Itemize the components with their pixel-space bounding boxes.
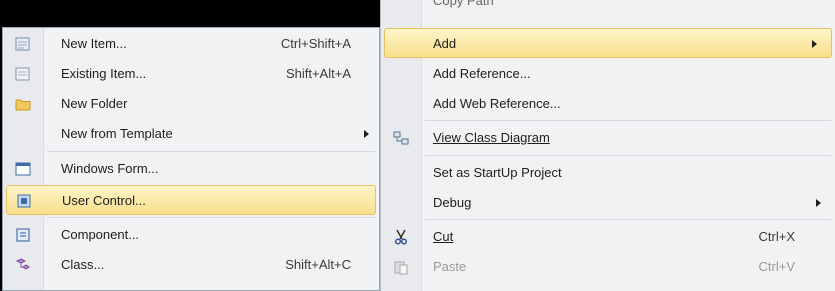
menu-item-shortcut: Ctrl+V: [758, 259, 795, 274]
menu-item-label: Windows Form...: [61, 161, 159, 176]
menu-item-existing-item[interactable]: Existing Item... Shift+Alt+A: [3, 59, 379, 89]
folder-icon: [15, 96, 31, 112]
submenu-arrow-icon: [816, 199, 821, 207]
menu-separator: [47, 151, 375, 152]
menu-item-label: New Item...: [61, 36, 127, 51]
menu-item-label: Component...: [61, 227, 140, 242]
menu-item-view-class-diagram[interactable]: View Class Diagram: [381, 123, 835, 153]
menu-item-label: Add Reference...: [433, 66, 531, 81]
menu-item-debug[interactable]: Debug: [381, 188, 835, 218]
menu-item-label: Debug: [433, 195, 472, 210]
new-item-icon: [15, 36, 31, 52]
context-menu: Copy Path Add Add Reference... Add Web R…: [380, 0, 835, 291]
class-diagram-icon: [393, 130, 409, 146]
menu-item-label: View Class Diagram: [433, 130, 550, 145]
submenu-arrow-icon: [812, 40, 817, 48]
menu-item-label: Set as StartUp Project: [433, 165, 562, 180]
menu-item-label: Existing Item...: [61, 66, 147, 81]
menu-item-label: User Control...: [62, 193, 146, 208]
scissors-icon: [393, 229, 409, 245]
menu-item-label: Class...: [61, 257, 105, 272]
menu-item-add-reference[interactable]: Add Reference...: [381, 59, 835, 89]
menu-item-class[interactable]: Class... Shift+Alt+C: [3, 250, 379, 280]
menu-item-new-item[interactable]: New Item... Ctrl+Shift+A: [3, 29, 379, 59]
menu-item-new-from-template[interactable]: New from Template: [3, 119, 379, 149]
menu-item-add[interactable]: Add: [384, 28, 832, 58]
existing-item-icon: [15, 66, 31, 82]
menu-separator: [425, 120, 831, 121]
menu-item-label: Add Web Reference...: [433, 96, 561, 111]
submenu-arrow-icon: [364, 130, 369, 138]
menu-item-shortcut: Shift+Alt+A: [285, 66, 351, 81]
user-control-icon: [16, 193, 32, 209]
menu-item-new-folder[interactable]: New Folder: [3, 89, 379, 119]
paste-icon: [393, 259, 409, 275]
menu-separator: [425, 155, 831, 156]
menu-item-label: Cut: [433, 229, 454, 244]
menu-item-user-control[interactable]: User Control...: [6, 185, 376, 215]
menu-item-shortcut: Ctrl+X: [758, 229, 795, 244]
menu-item-shortcut: Ctrl+Shift+A: [280, 36, 351, 51]
menu-item-copy-path[interactable]: Copy Path: [381, 0, 835, 16]
menu-item-windows-form[interactable]: Windows Form...: [3, 154, 379, 184]
menu-item-set-startup[interactable]: Set as StartUp Project: [381, 158, 835, 188]
menu-item-label: Copy Path: [433, 0, 494, 8]
menu-separator: [425, 219, 831, 220]
menu-separator: [47, 217, 375, 218]
menu-item-paste[interactable]: Paste Ctrl+V: [381, 252, 835, 282]
menu-item-component[interactable]: Component...: [3, 220, 379, 250]
menu-item-shortcut: Shift+Alt+C: [285, 257, 351, 272]
menu-item-cut[interactable]: Cut Ctrl+X: [381, 222, 835, 252]
class-icon: [15, 257, 31, 273]
menu-item-label: Paste: [433, 259, 467, 274]
menu-item-label: New from Template: [61, 126, 173, 141]
menu-item-add-web-reference[interactable]: Add Web Reference...: [381, 89, 835, 119]
component-icon: [15, 227, 31, 243]
windows-form-icon: [15, 161, 31, 177]
menu-item-label: New Folder: [61, 96, 128, 111]
menu-item-label: Add: [433, 36, 457, 51]
add-submenu: New Item... Ctrl+Shift+A Existing Item..…: [2, 27, 380, 291]
